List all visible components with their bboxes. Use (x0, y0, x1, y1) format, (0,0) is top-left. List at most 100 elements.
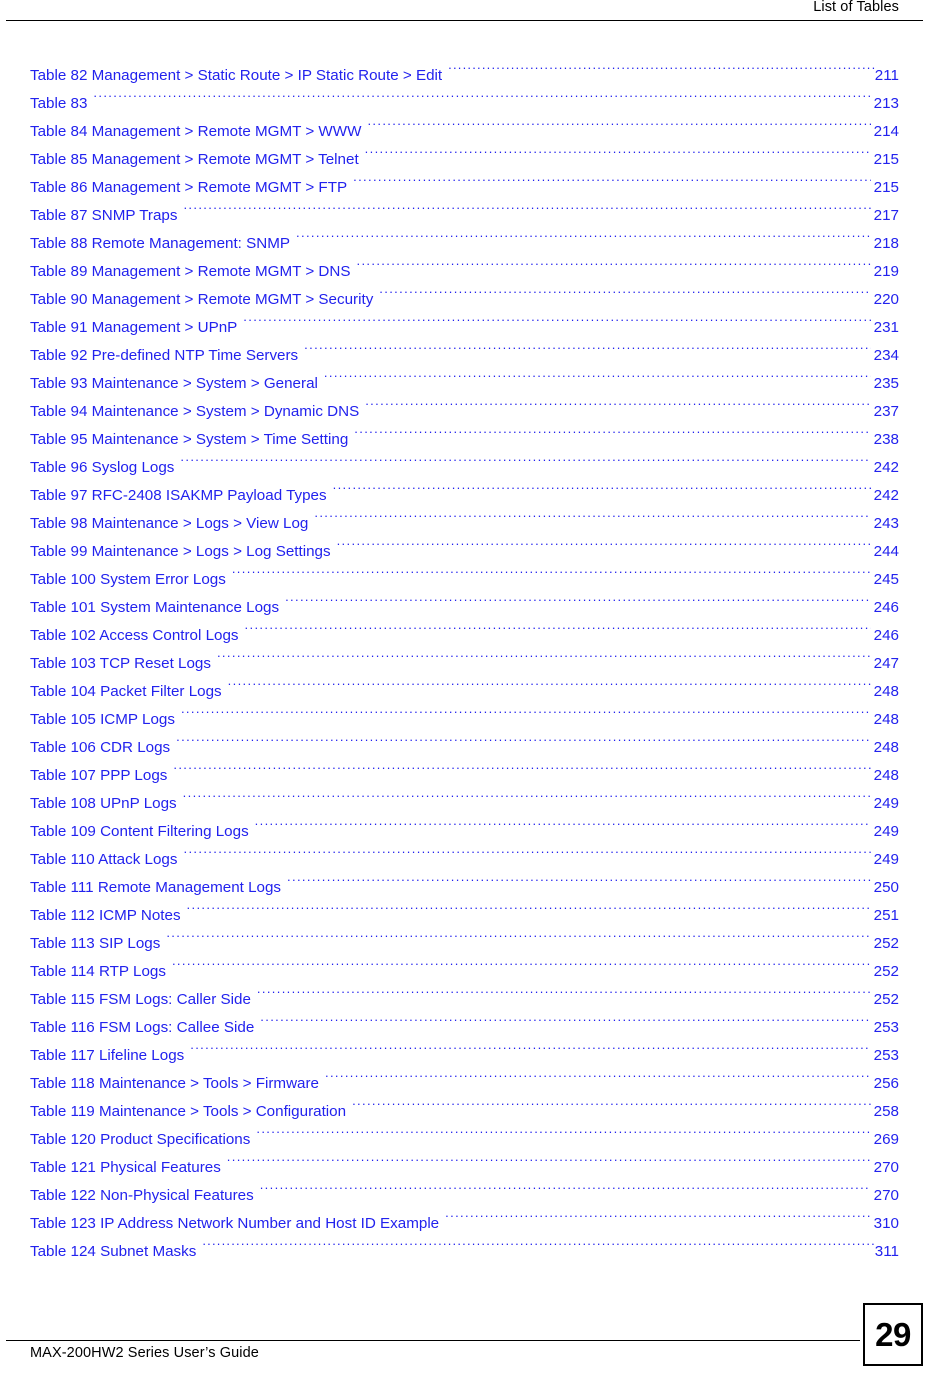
entry-label: Table 87 SNMP Traps (30, 207, 178, 224)
list-of-tables-entry[interactable]: Table 83 213 (30, 90, 899, 118)
list-of-tables-entry[interactable]: Table 84 Management > Remote MGMT > WWW 2… (30, 118, 899, 146)
list-of-tables-entry[interactable]: Table 117 Lifeline Logs 253 (30, 1042, 899, 1070)
list-of-tables-entry[interactable]: Table 116 FSM Logs: Callee Side 253 (30, 1014, 899, 1042)
list-of-tables-entry[interactable]: Table 119 Maintenance > Tools > Configur… (30, 1098, 899, 1126)
entry-page-number: 253 (873, 1019, 899, 1036)
entry-leader-dots (260, 1185, 871, 1200)
entry-leader-dots (183, 849, 870, 864)
list-of-tables-entry[interactable]: Table 87 SNMP Traps 217 (30, 202, 899, 230)
list-of-tables-entry[interactable]: Table 103 TCP Reset Logs 247 (30, 650, 899, 678)
entry-leader-dots (202, 1241, 874, 1256)
entry-page-number: 250 (873, 879, 899, 896)
list-of-tables-entry[interactable]: Table 98 Maintenance > Logs > View Log 24… (30, 510, 899, 538)
entry-page-number: 246 (873, 599, 899, 616)
list-of-tables-entry[interactable]: Table 97 RFC-2408 ISAKMP Payload Types 24… (30, 482, 899, 510)
list-of-tables-entry[interactable]: Table 108 UPnP Logs 249 (30, 790, 899, 818)
list-of-tables-entry[interactable]: Table 123 IP Address Network Number and … (30, 1210, 899, 1238)
list-of-tables-entry[interactable]: Table 124 Subnet Masks 311 (30, 1238, 899, 1266)
list-of-tables-entry[interactable]: Table 121 Physical Features 270 (30, 1154, 899, 1182)
entry-leader-dots (172, 961, 871, 976)
list-of-tables-entry[interactable]: Table 89 Management > Remote MGMT > DNS 2… (30, 258, 899, 286)
list-of-tables-entry[interactable]: Table 88 Remote Management: SNMP 218 (30, 230, 899, 258)
list-of-tables-entry[interactable]: Table 82 Management > Static Route > IP … (30, 62, 899, 90)
entry-page-number: 252 (873, 991, 899, 1008)
page-footer: MAX-200HW2 Series User’s Guide 29 (6, 1292, 923, 1392)
entry-label: Table 115 FSM Logs: Caller Side (30, 991, 251, 1008)
entry-leader-dots (314, 513, 870, 528)
entry-label: Table 119 Maintenance > Tools > Configur… (30, 1103, 347, 1120)
entry-label: Table 105 ICMP Logs (30, 711, 175, 728)
list-of-tables-entry[interactable]: Table 111 Remote Management Logs 250 (30, 874, 899, 902)
entry-label: Table 93 Maintenance > System > General (30, 375, 318, 392)
entry-leader-dots (183, 793, 871, 808)
list-of-tables-entry[interactable]: Table 86 Management > Remote MGMT > FTP 2… (30, 174, 899, 202)
entry-page-number: 231 (873, 319, 899, 336)
entry-leader-dots (324, 373, 871, 388)
entry-leader-dots (325, 1073, 871, 1088)
entry-label: Table 85 Management > Remote MGMT > Teln… (30, 151, 359, 168)
list-of-tables-entry[interactable]: Table 104 Packet Filter Logs 248 (30, 678, 899, 706)
list-of-tables-entry[interactable]: Table 92 Pre-defined NTP Time Servers 234 (30, 342, 899, 370)
entry-page-number: 215 (873, 179, 899, 196)
entry-label: Table 110 Attack Logs (30, 851, 178, 868)
page-number-box: 29 (863, 1303, 923, 1366)
list-of-tables-entry[interactable]: Table 115 FSM Logs: Caller Side 252 (30, 986, 899, 1014)
entry-label: Table 100 System Error Logs (30, 571, 226, 588)
entry-label: Table 123 IP Address Network Number and … (30, 1215, 440, 1232)
list-of-tables-entry[interactable]: Table 113 SIP Logs 252 (30, 930, 899, 958)
list-of-tables-entry[interactable]: Table 107 PPP Logs 248 (30, 762, 899, 790)
entry-page-number: 251 (873, 907, 899, 924)
entry-leader-dots (448, 65, 875, 80)
entry-page-number: 242 (873, 459, 899, 476)
entry-label: Table 98 Maintenance > Logs > View Log (30, 515, 309, 532)
list-of-tables-entry[interactable]: Table 106 CDR Logs 248 (30, 734, 899, 762)
entry-leader-dots (180, 457, 870, 472)
entry-leader-dots (257, 989, 871, 1004)
entry-label: Table 99 Maintenance > Logs > Log Settin… (30, 543, 331, 560)
list-of-tables-entry[interactable]: Table 93 Maintenance > System > General 2… (30, 370, 899, 398)
list-of-tables-entry[interactable]: Table 120 Product Specifications 269 (30, 1126, 899, 1154)
list-of-tables-entry[interactable]: Table 95 Maintenance > System > Time Set… (30, 426, 899, 454)
list-of-tables-entry[interactable]: Table 90 Management > Remote MGMT > Secu… (30, 286, 899, 314)
list-of-tables-entry[interactable]: Table 122 Non-Physical Features 270 (30, 1182, 899, 1210)
entry-page-number: 237 (873, 403, 899, 420)
list-of-tables-entry[interactable]: Table 105 ICMP Logs 248 (30, 706, 899, 734)
entry-leader-dots (365, 401, 870, 416)
list-of-tables-entry[interactable]: Table 118 Maintenance > Tools > Firmware… (30, 1070, 899, 1098)
entry-label: Table 104 Packet Filter Logs (30, 683, 222, 700)
entry-page-number: 214 (873, 123, 899, 140)
list-of-tables-entry[interactable]: Table 91 Management > UPnP 231 (30, 314, 899, 342)
list-of-tables-entry[interactable]: Table 109 Content Filtering Logs 249 (30, 818, 899, 846)
entry-leader-dots (190, 1045, 870, 1060)
entry-page-number: 311 (874, 1243, 899, 1260)
entry-page-number: 238 (873, 431, 899, 448)
list-of-tables-entry[interactable]: Table 96 Syslog Logs 242 (30, 454, 899, 482)
entry-page-number: 220 (873, 291, 899, 308)
entry-label: Table 122 Non-Physical Features (30, 1187, 254, 1204)
entry-label: Table 124 Subnet Masks (30, 1243, 197, 1260)
entry-leader-dots (183, 205, 870, 220)
list-of-tables-entry[interactable]: Table 94 Maintenance > System > Dynamic … (30, 398, 899, 426)
entry-page-number: 248 (873, 767, 899, 784)
entry-page-number: 248 (873, 739, 899, 756)
list-of-tables-entry[interactable]: Table 85 Management > Remote MGMT > Teln… (30, 146, 899, 174)
entry-page-number: 215 (873, 151, 899, 168)
entry-leader-dots (255, 821, 871, 836)
entry-page-number: 248 (873, 683, 899, 700)
list-of-tables-entry[interactable]: Table 99 Maintenance > Logs > Log Settin… (30, 538, 899, 566)
list-of-tables-entry[interactable]: Table 102 Access Control Logs 246 (30, 622, 899, 650)
entry-label: Table 116 FSM Logs: Callee Side (30, 1019, 255, 1036)
entry-label: Table 109 Content Filtering Logs (30, 823, 249, 840)
list-of-tables-entry[interactable]: Table 114 RTP Logs 252 (30, 958, 899, 986)
page-number: 29 (875, 1316, 911, 1353)
entry-label: Table 84 Management > Remote MGMT > WWW (30, 123, 362, 140)
entry-label: Table 90 Management > Remote MGMT > Secu… (30, 291, 374, 308)
entry-page-number: 213 (873, 95, 899, 112)
list-of-tables-entry[interactable]: Table 101 System Maintenance Logs 246 (30, 594, 899, 622)
list-of-tables-entry[interactable]: Table 112 ICMP Notes 251 (30, 902, 899, 930)
entry-page-number: 211 (874, 67, 899, 84)
entry-leader-dots (304, 345, 871, 360)
list-of-tables-entry[interactable]: Table 110 Attack Logs 249 (30, 846, 899, 874)
list-of-tables-entry[interactable]: Table 100 System Error Logs 245 (30, 566, 899, 594)
entry-page-number: 218 (873, 235, 899, 252)
